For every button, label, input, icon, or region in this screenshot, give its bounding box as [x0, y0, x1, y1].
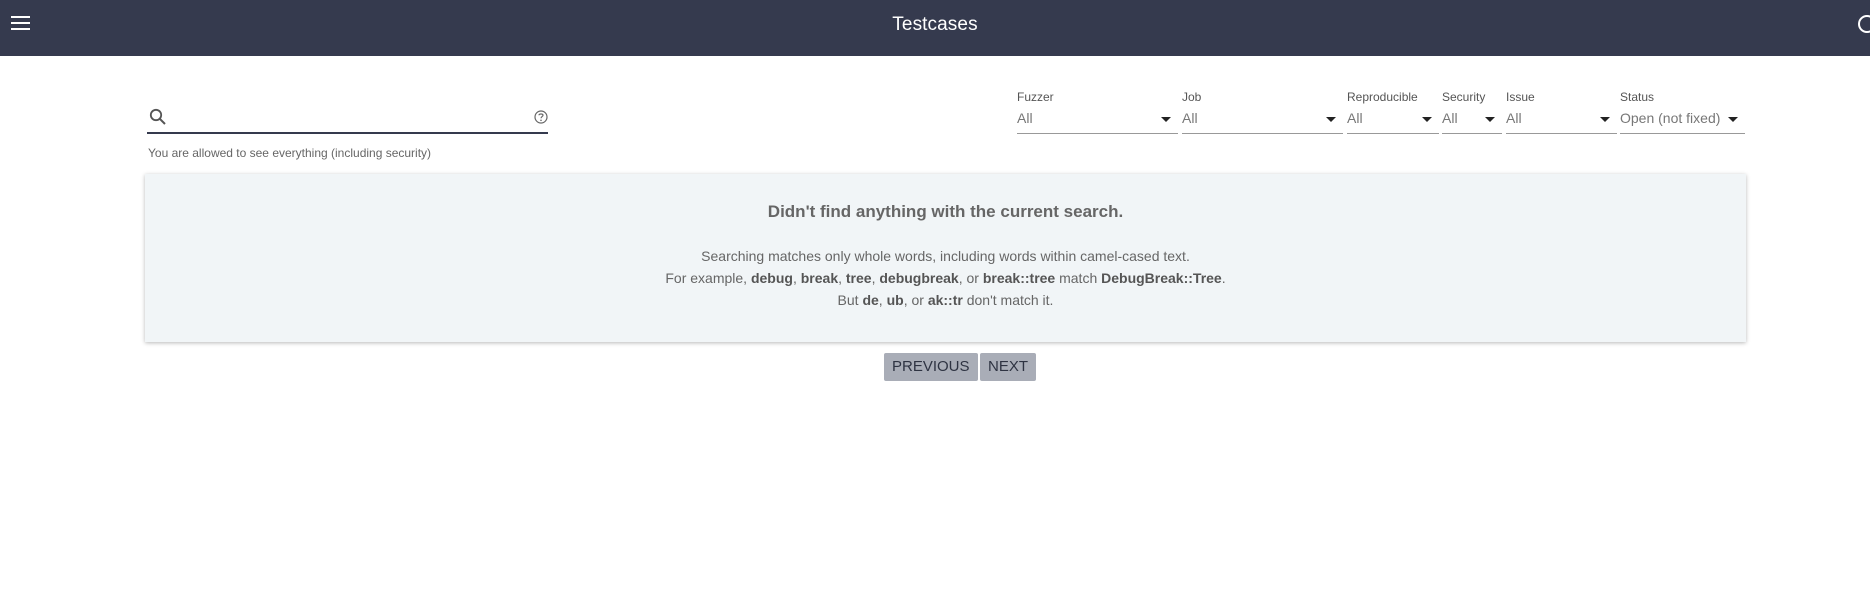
reproducible-select[interactable]: All [1347, 106, 1439, 134]
chevron-down-icon [1161, 117, 1171, 122]
text: match [1055, 270, 1102, 286]
text: For example, [665, 270, 751, 286]
chevron-down-icon [1728, 117, 1738, 122]
example-term: de [862, 292, 879, 308]
filter-label: Status [1620, 90, 1655, 104]
example-term: break [800, 270, 839, 286]
chevron-down-icon [1600, 117, 1610, 122]
filter-value: All [1182, 110, 1198, 126]
search-counterexample-line: But de, ub, or ak::tr don't match it. [145, 292, 1746, 308]
chevron-down-icon [1422, 117, 1432, 122]
search-help-line: Searching matches only whole words, incl… [701, 248, 1190, 264]
filter-label: Issue [1506, 90, 1535, 104]
example-term: ub [886, 292, 904, 308]
permission-note: You are allowed to see everything (inclu… [148, 146, 432, 160]
filter-value: All [1017, 110, 1033, 126]
search-field[interactable] [147, 104, 548, 134]
filter-value: All [1442, 110, 1458, 126]
text: But [837, 292, 863, 308]
chevron-down-icon [1326, 117, 1336, 122]
example-term: debug [750, 270, 793, 286]
search-example-line: For example, debug, break, tree, debugbr… [145, 270, 1746, 286]
text: don't match it. [962, 292, 1054, 308]
previous-button[interactable]: PREVIOUS [884, 353, 978, 381]
filter-value: All [1506, 110, 1522, 126]
text: , or [903, 292, 928, 308]
account-icon[interactable] [1858, 15, 1870, 33]
search-icon [149, 108, 166, 125]
text: , [838, 270, 846, 286]
filter-label: Security [1442, 90, 1486, 104]
text: . [1221, 270, 1226, 286]
filter-status: Status Open (not fixed) [1620, 90, 1745, 134]
top-app-bar: Testcases [0, 0, 1870, 56]
filter-label: Reproducible [1347, 90, 1418, 104]
filter-security: Security All [1442, 90, 1502, 134]
filter-fuzzer: Fuzzer All [1017, 90, 1178, 134]
example-term: tree [845, 270, 872, 286]
filter-reproducible: Reproducible All [1347, 90, 1439, 134]
text: , or [958, 270, 983, 286]
filter-issue: Issue All [1506, 90, 1617, 134]
filter-label: Job [1182, 90, 1202, 104]
job-select[interactable]: All [1182, 106, 1343, 134]
issue-select[interactable]: All [1506, 106, 1617, 134]
example-term: ak::tr [927, 292, 963, 308]
search-input[interactable] [173, 106, 517, 130]
page-title: Testcases [892, 14, 978, 35]
empty-results-title: Didn't find anything with the current se… [767, 202, 1124, 221]
help-icon[interactable] [534, 110, 548, 124]
filter-job: Job All [1182, 90, 1343, 134]
fuzzer-select[interactable]: All [1017, 106, 1178, 134]
filter-value: Open (not fixed) [1620, 110, 1721, 126]
text: , [878, 292, 887, 308]
status-select[interactable]: Open (not fixed) [1620, 106, 1745, 134]
empty-results-panel: Didn't find anything with the current se… [145, 174, 1746, 342]
example-term: DebugBreak::Tree [1101, 270, 1222, 286]
chevron-down-icon [1485, 117, 1495, 122]
filter-label: Fuzzer [1017, 90, 1054, 104]
example-term: debugbreak [879, 270, 959, 286]
filter-value: All [1347, 110, 1363, 126]
security-select[interactable]: All [1442, 106, 1502, 134]
example-term: break::tree [982, 270, 1056, 286]
text: , [792, 270, 801, 286]
next-button[interactable]: NEXT [980, 353, 1037, 381]
